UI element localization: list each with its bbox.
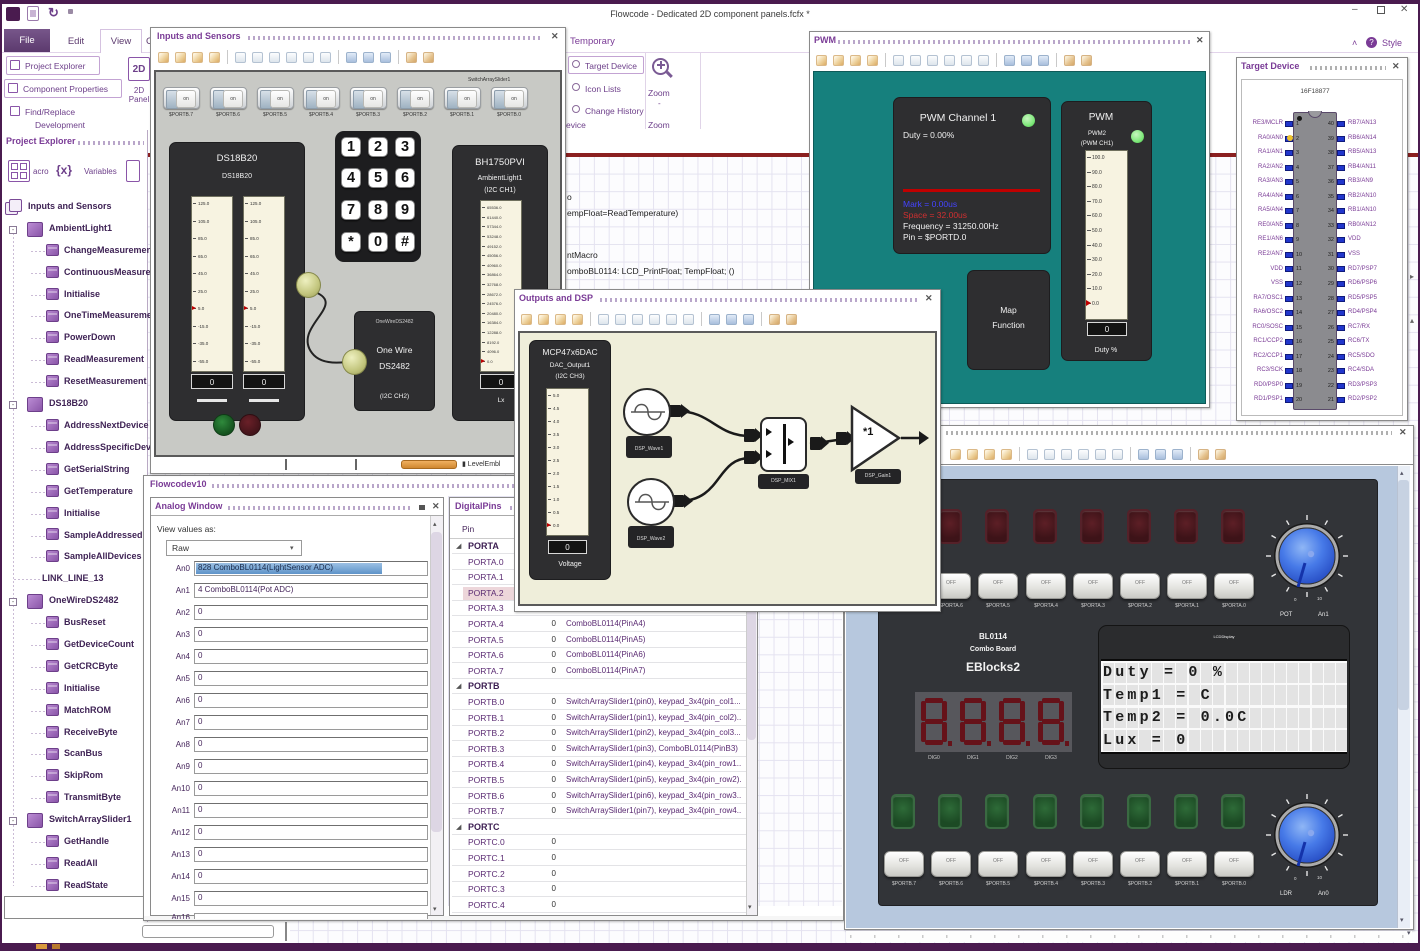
svg-text:*1: *1 [863, 426, 873, 438]
